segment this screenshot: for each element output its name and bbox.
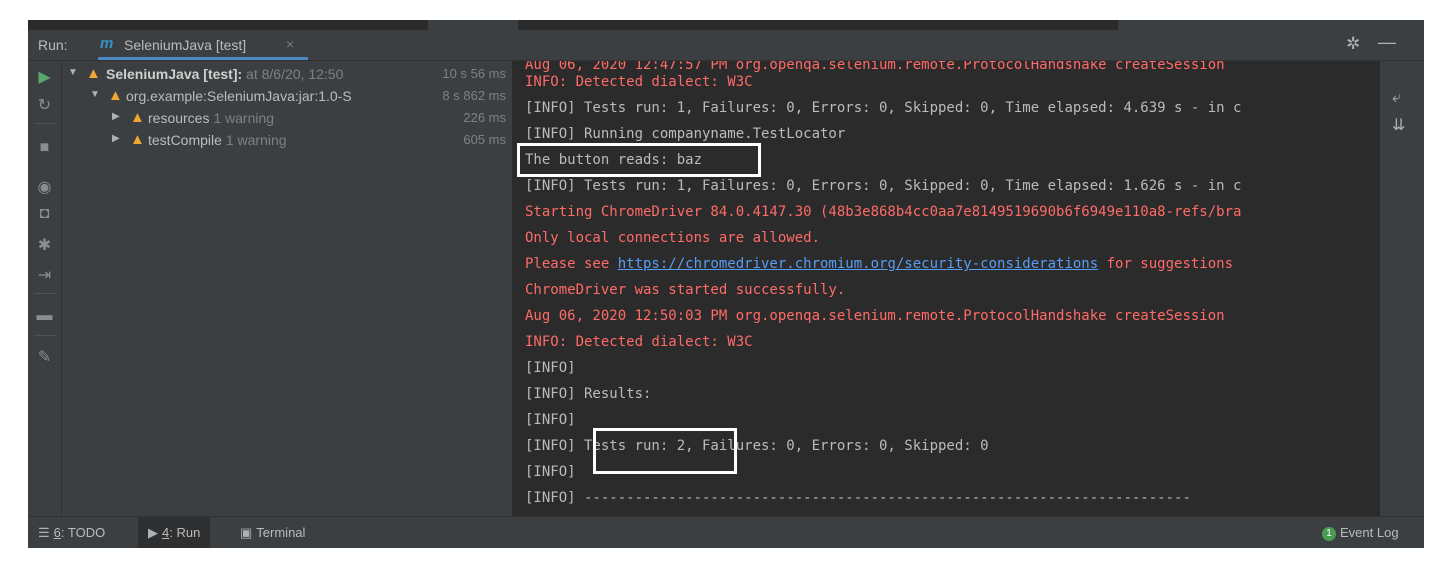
console-line: Only local connections are allowed. [525,230,821,246]
tree-item-name: testCompile [148,132,222,148]
test-results-tree: ▼ ▲ SeleniumJava [test]: at 8/6/20, 12:5… [62,61,513,516]
tree-module-name: org.example:SeleniumJava:jar:1.0-S [126,88,352,104]
console-line: [INFO] Results: [525,386,652,402]
tree-row-resources[interactable]: ▶ ▲ resources 1 warning 226 ms [62,108,512,130]
console-line: Starting ChromeDriver 84.0.4147.30 (48b3… [525,204,1242,220]
run-label: : Run [169,525,201,540]
console-line: [INFO] ---------------------------------… [525,490,1191,506]
todo-label: : TODO [60,525,106,540]
security-considerations-link[interactable]: https://chromedriver.chromium.org/securi… [618,256,1098,272]
exit-icon[interactable]: ⇥ [28,265,61,285]
list-icon: ☰ [38,525,50,540]
tree-module-time: 8 s 862 ms [440,88,506,103]
tree-row-testcompile[interactable]: ▶ ▲ testCompile 1 warning 605 ms [62,130,512,152]
run-right-toolbar: ⤶ ⇊ [1380,61,1424,516]
ide-window: Run: m SeleniumJava [test] × ✲ — ▶ ↻ ■ ◉… [28,20,1424,548]
run-tool-button[interactable]: ▶ 4: Run [138,517,211,548]
soft-wrap-icon[interactable]: ⤶ [1392,89,1401,107]
tree-item-time: 605 ms [461,132,506,147]
event-log-button[interactable]: 1 Event Log [1322,525,1399,541]
event-log-label: Event Log [1340,525,1399,540]
highlight-box [593,428,737,474]
console-line: Please see https://chromedriver.chromium… [525,254,1233,274]
camera-icon[interactable]: ◘ [28,205,61,223]
console-line: [INFO] [525,412,576,428]
terminal-label: Terminal [256,525,306,540]
tree-item-detail: 1 warning [213,110,275,126]
close-icon[interactable]: × [286,36,294,52]
console-line: INFO: Detected dialect: W3C [525,334,753,350]
console-line: [INFO] Tests run: 1, Failures: 0, Errors… [525,178,1242,194]
tab-selenium-java-test[interactable]: m SeleniumJava [test] × [98,30,308,60]
toolbar-separator [34,123,56,124]
terminal-tool-button[interactable]: ▣ Terminal [240,525,305,541]
editor-top-strip [28,20,1424,30]
maven-icon: m [100,35,114,52]
console-text: for suggestions [1098,256,1234,272]
tree-root-name: SeleniumJava [test]: [106,66,243,82]
tree-item-name: resources [148,110,210,126]
layout-icon[interactable]: ▬ [28,307,61,325]
tab-title: SeleniumJava [test] [124,37,247,53]
toolbar-separator [34,335,56,336]
warning-icon: ▲ [86,65,101,82]
warning-icon: ▲ [108,87,123,104]
expand-arrow-icon[interactable]: ▼ [90,89,100,100]
collapse-arrow-icon[interactable]: ▶ [112,133,120,144]
run-icon: ▶ [148,525,158,540]
run-tool-window-header: Run: m SeleniumJava [test] × ✲ — [28,30,1424,61]
scroll-to-end-icon[interactable]: ⇊ [1392,115,1405,135]
eye-icon[interactable]: ◉ [28,177,61,197]
tree-row-root[interactable]: ▼ ▲ SeleniumJava [test]: at 8/6/20, 12:5… [62,64,512,86]
run-label: Run: [38,37,68,53]
console-output[interactable]: Aug 06, 2020 12:47:57 PM org.openqa.sele… [513,61,1379,516]
gear-icon[interactable]: ✲ [1346,34,1360,54]
terminal-icon: ▣ [240,525,253,540]
console-line: INFO: Detected dialect: W3C [525,74,753,90]
run-left-toolbar: ▶ ↻ ■ ◉ ◘ ✱ ⇥ ▬ ✎ [28,61,62,516]
highlight-box [517,143,761,177]
tree-item-time: 226 ms [461,110,506,125]
console-line: [INFO] Running companyname.TestLocator [525,126,846,142]
console-line: [INFO] [525,464,576,480]
warning-icon: ▲ [130,131,145,148]
collapse-arrow-icon[interactable]: ▶ [112,111,120,122]
tree-row-module[interactable]: ▼ ▲ org.example:SeleniumJava:jar:1.0-S 8… [62,86,512,108]
console-text: Please see [525,256,618,272]
stop-icon[interactable]: ■ [28,139,61,157]
console-line: Aug 06, 2020 12:50:03 PM org.openqa.sele… [525,308,1225,324]
toolbar-separator [34,293,56,294]
console-line: ChromeDriver was started successfully. [525,282,846,298]
todo-num: 6 [53,525,61,540]
console-line: [INFO] [525,360,576,376]
run-icon[interactable]: ▶ [28,67,61,87]
status-bar: ☰ 6: TODO ▶ 4: Run ▣ Terminal 1 Event Log [28,516,1424,548]
tree-item-detail: 1 warning [225,132,287,148]
tree-root-detail: at 8/6/20, 12:50 [242,66,344,82]
todo-tool-button[interactable]: ☰ 6: TODO [38,525,105,541]
console-line: [INFO] Tests run: 1, Failures: 0, Errors… [525,100,1242,116]
warning-icon: ▲ [130,109,145,126]
expand-arrow-icon[interactable]: ▼ [68,67,78,78]
tree-root-time: 10 s 56 ms [440,66,506,81]
pin-icon[interactable]: ✎ [28,347,61,367]
rerun-failed-icon[interactable]: ↻ [28,95,61,115]
event-count-badge: 1 [1322,527,1336,541]
gear-debug-icon[interactable]: ✱ [28,235,61,255]
minimize-icon[interactable]: — [1378,32,1396,53]
